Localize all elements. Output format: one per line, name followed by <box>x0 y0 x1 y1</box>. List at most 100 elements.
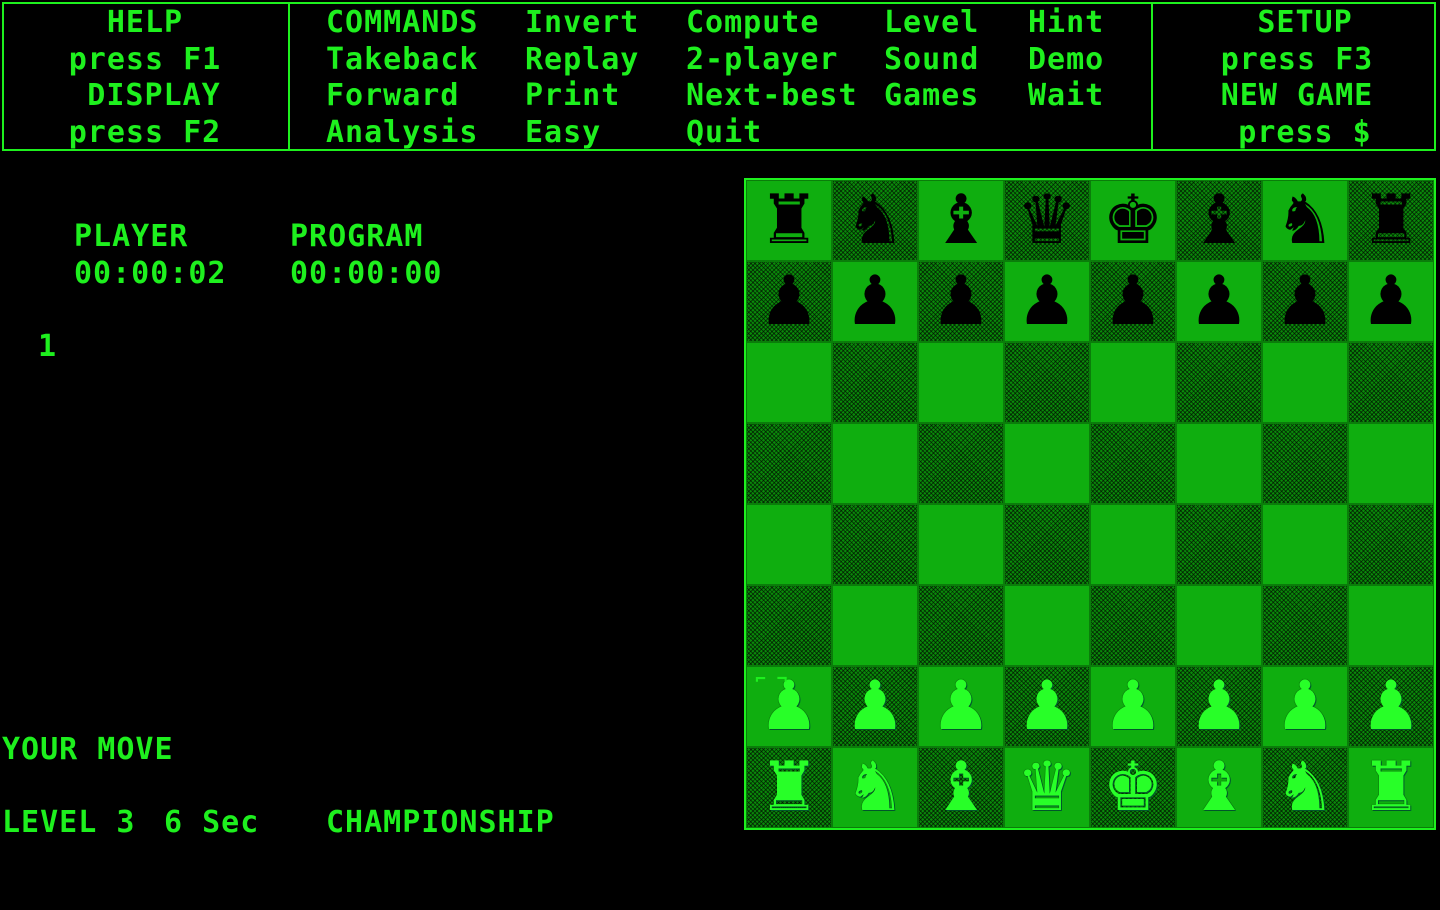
white-king-icon[interactable]: ♚ <box>1091 748 1175 827</box>
new-game-title[interactable]: NEW GAME <box>1221 81 1374 111</box>
square-d7[interactable]: ♟ <box>1004 261 1090 342</box>
white-queen-icon[interactable]: ♛ <box>1005 748 1089 827</box>
command-easy[interactable]: Easy <box>525 118 601 148</box>
square-b6[interactable] <box>832 342 918 423</box>
square-b8[interactable]: ♞ <box>832 180 918 261</box>
square-e4[interactable] <box>1090 504 1176 585</box>
white-pawn-icon[interactable]: ♟ <box>1177 667 1261 746</box>
black-pawn-icon[interactable]: ♟ <box>1177 262 1261 341</box>
square-e2[interactable]: ♟ <box>1090 666 1176 747</box>
square-f5[interactable] <box>1176 423 1262 504</box>
square-a7[interactable]: ♟ <box>746 261 832 342</box>
square-a2[interactable]: ♟ ⌐ ¬ <box>746 666 832 747</box>
square-e7[interactable]: ♟ <box>1090 261 1176 342</box>
white-rook-icon[interactable]: ♜ <box>1349 748 1433 827</box>
square-b1[interactable]: ♞ <box>832 747 918 828</box>
white-pawn-icon[interactable]: ♟ <box>1349 667 1433 746</box>
command-level[interactable]: Level <box>884 8 979 38</box>
square-e5[interactable] <box>1090 423 1176 504</box>
square-g1[interactable]: ♞ <box>1262 747 1348 828</box>
command-games[interactable]: Games <box>884 81 979 111</box>
display-title[interactable]: DISPLAY <box>87 81 220 111</box>
white-bishop-icon[interactable]: ♝ <box>919 748 1003 827</box>
command-replay[interactable]: Replay <box>525 45 639 75</box>
square-h7[interactable]: ♟ <box>1348 261 1434 342</box>
black-knight-icon[interactable]: ♞ <box>1263 181 1347 260</box>
black-rook-icon[interactable]: ♜ <box>1349 181 1433 260</box>
square-g3[interactable] <box>1262 585 1348 666</box>
square-c4[interactable] <box>918 504 1004 585</box>
white-bishop-icon[interactable]: ♝ <box>1177 748 1261 827</box>
command-next-best[interactable]: Next-best <box>686 81 858 111</box>
black-bishop-icon[interactable]: ♝ <box>919 181 1003 260</box>
square-b5[interactable] <box>832 423 918 504</box>
square-b3[interactable] <box>832 585 918 666</box>
black-pawn-icon[interactable]: ♟ <box>919 262 1003 341</box>
command-hint[interactable]: Hint <box>1028 8 1104 38</box>
square-e8[interactable]: ♚ <box>1090 180 1176 261</box>
white-knight-icon[interactable]: ♞ <box>833 748 917 827</box>
white-pawn-icon[interactable]: ♟ <box>1005 667 1089 746</box>
command-compute[interactable]: Compute <box>686 8 819 38</box>
square-c1[interactable]: ♝ <box>918 747 1004 828</box>
square-h3[interactable] <box>1348 585 1434 666</box>
square-e1[interactable]: ♚ <box>1090 747 1176 828</box>
square-g4[interactable] <box>1262 504 1348 585</box>
square-h6[interactable] <box>1348 342 1434 423</box>
black-pawn-icon[interactable]: ♟ <box>1349 262 1433 341</box>
black-pawn-icon[interactable]: ♟ <box>1091 262 1175 341</box>
square-d2[interactable]: ♟ <box>1004 666 1090 747</box>
square-e3[interactable] <box>1090 585 1176 666</box>
square-f8[interactable]: ♝ <box>1176 180 1262 261</box>
square-d6[interactable] <box>1004 342 1090 423</box>
square-a4[interactable] <box>746 504 832 585</box>
square-b4[interactable] <box>832 504 918 585</box>
square-f7[interactable]: ♟ <box>1176 261 1262 342</box>
command-demo[interactable]: Demo <box>1028 45 1104 75</box>
square-h5[interactable] <box>1348 423 1434 504</box>
square-g2[interactable]: ♟ <box>1262 666 1348 747</box>
square-g5[interactable] <box>1262 423 1348 504</box>
square-c3[interactable] <box>918 585 1004 666</box>
square-c6[interactable] <box>918 342 1004 423</box>
square-a6[interactable] <box>746 342 832 423</box>
black-queen-icon[interactable]: ♛ <box>1005 181 1089 260</box>
square-a3[interactable] <box>746 585 832 666</box>
white-pawn-icon[interactable]: ♟ <box>1091 667 1175 746</box>
square-g6[interactable] <box>1262 342 1348 423</box>
black-pawn-icon[interactable]: ♟ <box>833 262 917 341</box>
command-sound[interactable]: Sound <box>884 45 979 75</box>
black-rook-icon[interactable]: ♜ <box>747 181 831 260</box>
square-g7[interactable]: ♟ <box>1262 261 1348 342</box>
square-f4[interactable] <box>1176 504 1262 585</box>
square-h8[interactable]: ♜ <box>1348 180 1434 261</box>
help-title[interactable]: HELP <box>107 8 183 38</box>
command-print[interactable]: Print <box>525 81 620 111</box>
square-c7[interactable]: ♟ <box>918 261 1004 342</box>
square-h4[interactable] <box>1348 504 1434 585</box>
white-pawn-icon[interactable]: ♟ <box>1263 667 1347 746</box>
square-a1[interactable]: ♜ <box>746 747 832 828</box>
square-f3[interactable] <box>1176 585 1262 666</box>
black-bishop-icon[interactable]: ♝ <box>1177 181 1261 260</box>
white-knight-icon[interactable]: ♞ <box>1263 748 1347 827</box>
command-analysis[interactable]: Analysis <box>326 118 479 148</box>
white-pawn-icon[interactable]: ♟ <box>833 667 917 746</box>
command-forward[interactable]: Forward <box>326 81 459 111</box>
command-takeback[interactable]: Takeback <box>326 45 479 75</box>
black-pawn-icon[interactable]: ♟ <box>747 262 831 341</box>
command-invert[interactable]: Invert <box>525 8 639 38</box>
square-d5[interactable] <box>1004 423 1090 504</box>
square-g8[interactable]: ♞ <box>1262 180 1348 261</box>
square-c5[interactable] <box>918 423 1004 504</box>
square-d3[interactable] <box>1004 585 1090 666</box>
square-f2[interactable]: ♟ <box>1176 666 1262 747</box>
square-c2[interactable]: ♟ <box>918 666 1004 747</box>
black-pawn-icon[interactable]: ♟ <box>1005 262 1089 341</box>
square-f6[interactable] <box>1176 342 1262 423</box>
square-h2[interactable]: ♟ <box>1348 666 1434 747</box>
command-quit[interactable]: Quit <box>686 118 762 148</box>
command-2-player[interactable]: 2-player <box>686 45 839 75</box>
square-d1[interactable]: ♛ <box>1004 747 1090 828</box>
square-e6[interactable] <box>1090 342 1176 423</box>
